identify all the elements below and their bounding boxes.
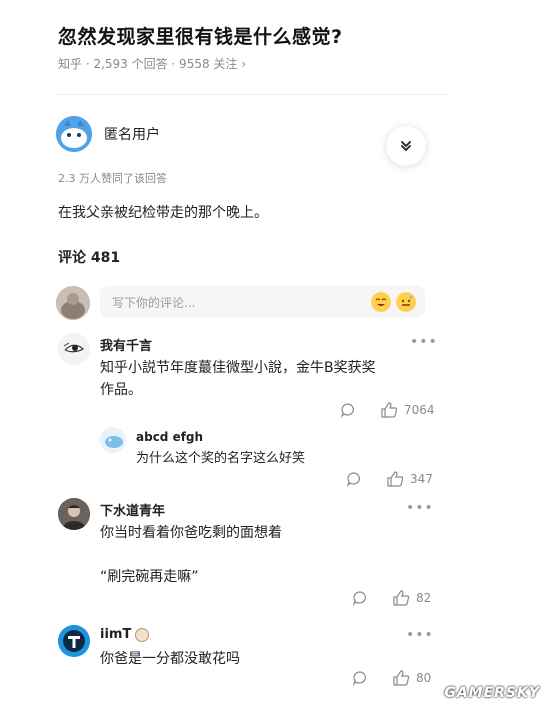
like-icon[interactable] xyxy=(380,402,398,418)
reply-actions: 347 xyxy=(346,471,433,487)
comment-bubble-icon[interactable] xyxy=(352,590,368,606)
more-icon[interactable]: ••• xyxy=(406,500,434,516)
my-avatar xyxy=(56,286,90,320)
upvote-note: 2.3 万人赞同了该回答 xyxy=(58,172,167,185)
comment-text: 知乎小説节年度蕞佳微型小說，金牛B奖获奖 xyxy=(100,360,376,376)
comment-author[interactable]: 我有千言 xyxy=(100,335,152,354)
comment-actions: 80 xyxy=(352,670,431,686)
answer-text: 在我父亲被纪检带走的那个晚上。 xyxy=(58,205,268,221)
commenter-avatar[interactable] xyxy=(58,625,90,657)
reply-author[interactable]: abcd efgh xyxy=(136,430,203,444)
like-count: 82 xyxy=(416,591,432,605)
question-meta[interactable]: 知乎 · 2,593 个回答 · 9558 关注 › xyxy=(58,55,246,72)
comment-actions: 7064 xyxy=(340,402,435,418)
like-count: 7064 xyxy=(404,403,435,417)
comment-text: 你爸是一分都没敢花吗 xyxy=(100,651,240,667)
reply-text: 为什么这个奖的名字这么好笑 xyxy=(136,451,306,466)
comments-header: 评论 481 xyxy=(58,250,121,266)
comment-author[interactable]: 下水道青年 xyxy=(100,500,165,519)
like-icon[interactable] xyxy=(386,471,404,487)
like-icon[interactable] xyxy=(392,590,410,606)
commenter-avatar[interactable] xyxy=(58,498,90,530)
comment-text: 你当时看着你爸吃剩的面想着 xyxy=(100,525,282,541)
like-icon[interactable] xyxy=(392,670,410,686)
like-count: 80 xyxy=(416,671,432,685)
emoji-laugh-icon[interactable] xyxy=(371,292,391,312)
comment-bubble-icon[interactable] xyxy=(340,402,356,418)
author-avatar[interactable] xyxy=(56,116,92,152)
comment-bubble-icon[interactable] xyxy=(352,670,368,686)
emoji-sweat-icon[interactable] xyxy=(396,292,416,312)
question-title[interactable]: 忽然发现家里很有钱是什么感觉? xyxy=(58,22,343,49)
comment-author[interactable]: iimT xyxy=(100,627,131,642)
commenter-avatar[interactable] xyxy=(58,333,90,365)
comment-actions: 82 xyxy=(352,590,431,606)
author-name[interactable]: 匿名用户 xyxy=(104,124,160,144)
divider xyxy=(56,94,448,95)
comment-text-cont: 作品。 xyxy=(100,382,142,398)
comment-text-cont: “刷完碗再走嘛” xyxy=(100,569,199,585)
more-icon[interactable]: ••• xyxy=(406,627,434,643)
comment-author-row: iimT xyxy=(100,627,150,642)
comment-bubble-icon[interactable] xyxy=(346,471,362,487)
like-count: 347 xyxy=(410,472,433,486)
user-badge-icon xyxy=(135,627,150,642)
watermark: GAMERSKY xyxy=(444,685,540,701)
reply-author-avatar[interactable] xyxy=(100,427,126,453)
more-icon[interactable]: ••• xyxy=(410,334,438,350)
collapse-button[interactable] xyxy=(386,126,426,166)
chevron-double-down-icon xyxy=(401,141,411,152)
